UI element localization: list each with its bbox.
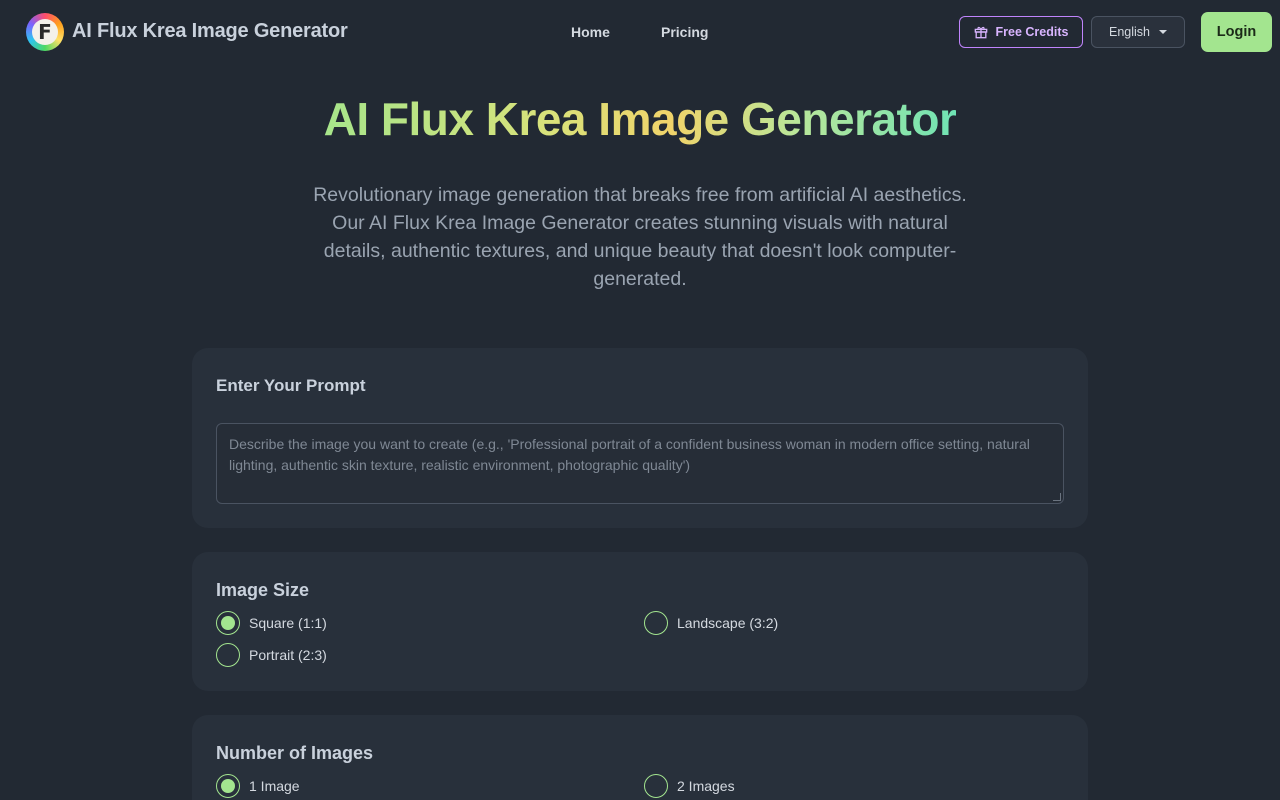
gift-icon (974, 26, 987, 39)
prompt-input[interactable]: Describe the image you want to create (e… (216, 423, 1064, 504)
image-size-card: Image Size Square (1:1) Landscape (3:2) … (192, 552, 1088, 691)
language-select[interactable]: English (1091, 16, 1185, 48)
size-option-label: Square (1:1) (249, 615, 327, 631)
count-option-label: 1 Image (249, 778, 300, 794)
brand-name[interactable]: AI Flux Krea Image Generator (72, 20, 348, 43)
radio-count-1[interactable] (216, 774, 240, 798)
prompt-title: Enter Your Prompt (216, 376, 366, 395)
image-count-card: Number of Images 1 Image 2 Images (192, 715, 1088, 800)
size-option-label: Portrait (2:3) (249, 647, 327, 663)
resize-handle-icon[interactable] (1053, 493, 1061, 501)
radio-square[interactable] (216, 611, 240, 635)
page-subtitle: Revolutionary image generation that brea… (313, 184, 967, 290)
nav-home-link[interactable]: Home (571, 24, 610, 40)
page-title: AI Flux Krea Image Generator (323, 93, 957, 145)
size-option-landscape[interactable]: Landscape (3:2) (644, 611, 778, 635)
size-option-label: Landscape (3:2) (677, 615, 779, 631)
login-button[interactable]: Login (1201, 12, 1272, 52)
prompt-card: Enter Your Prompt Describe the image you… (192, 348, 1088, 528)
free-credits-button[interactable]: Free Credits (959, 16, 1083, 48)
logo-letter: F (38, 20, 52, 44)
count-option-label: 2 Images (677, 778, 735, 794)
prompt-placeholder: Describe the image you want to create (e… (229, 436, 1030, 473)
chevron-down-icon (1159, 30, 1167, 34)
free-credits-label: Free Credits (995, 25, 1069, 39)
site-header: F AI Flux Krea Image Generator Home Pric… (0, 0, 1280, 64)
count-option-1[interactable]: 1 Image (216, 774, 300, 798)
logo-icon[interactable]: F (26, 13, 64, 51)
radio-count-2[interactable] (644, 774, 668, 798)
size-option-square[interactable]: Square (1:1) (216, 611, 327, 635)
language-label: English (1109, 25, 1150, 39)
image-size-title: Image Size (216, 580, 310, 600)
size-option-portrait[interactable]: Portrait (2:3) (216, 643, 327, 667)
radio-landscape[interactable] (644, 611, 668, 635)
nav-pricing-link[interactable]: Pricing (661, 24, 708, 40)
count-option-2[interactable]: 2 Images (644, 774, 735, 798)
image-count-title: Number of Images (216, 743, 374, 763)
radio-portrait[interactable] (216, 643, 240, 667)
